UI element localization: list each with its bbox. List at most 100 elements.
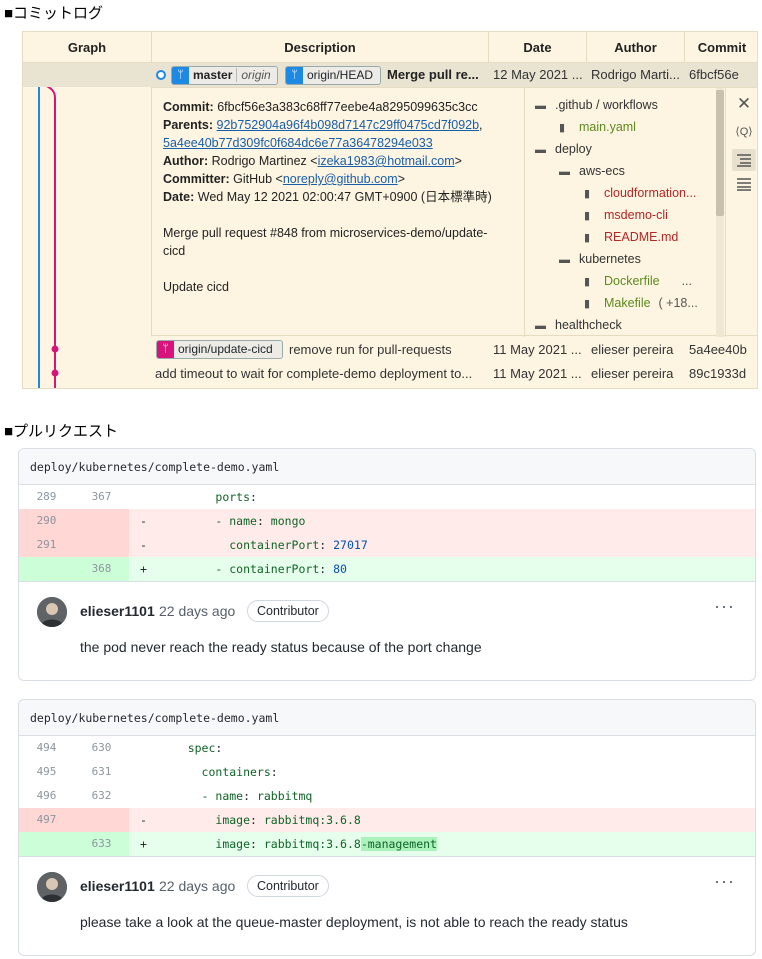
file-path[interactable]: deploy/kubernetes/complete-demo.yaml: [19, 449, 755, 485]
old-line-number[interactable]: 495: [19, 760, 74, 784]
commit-date: 12 May 2021 ...: [493, 67, 583, 82]
diff-line-context[interactable]: 494 630 spec:: [19, 736, 755, 760]
tree-view-icon[interactable]: [732, 149, 756, 171]
new-line-number[interactable]: 633: [74, 832, 129, 856]
diff-code: image: rabbitmq:3.6.8-management: [215, 837, 437, 851]
diff-hunk: 494 630 spec: 495 631 containers: 496 632 - n…: [19, 736, 755, 856]
file-tree-item[interactable]: ▮ README.md: [584, 227, 678, 247]
old-line-number[interactable]: 290: [19, 509, 74, 533]
author-email-link[interactable]: izeka1983@hotmail.com: [318, 154, 455, 168]
more-options-icon[interactable]: ···: [714, 596, 735, 617]
folder-icon: ▬: [535, 320, 546, 332]
comment-timestamp[interactable]: 22 days ago: [159, 878, 235, 894]
pull-request-title: ■プルリクエスト: [4, 423, 119, 440]
diff-line-deleted[interactable]: 291 - containerPort: 27017: [19, 533, 755, 557]
review-comment: elieser1101 22 days ago Contributor ··· …: [19, 856, 755, 955]
avatar[interactable]: [37, 872, 67, 902]
diff-code: image: rabbitmq:3.6.8: [215, 813, 361, 827]
diff-code: ports:: [215, 490, 257, 504]
diff-sign: -: [140, 538, 147, 552]
file-icon: ▮: [584, 298, 591, 310]
new-line-number[interactable]: 368: [74, 557, 129, 581]
header-author[interactable]: Author: [587, 32, 685, 63]
file-icon: ▮: [559, 122, 566, 134]
diff-sign: +: [140, 562, 147, 576]
find-icon[interactable]: ⟨Q⟩: [732, 121, 756, 143]
detail-message-1: Merge pull request #848 from microservic…: [163, 226, 488, 240]
commit-message: remove run for pull-requests: [289, 342, 452, 357]
list-view-icon[interactable]: [732, 173, 756, 195]
old-line-number[interactable]: 291: [19, 533, 74, 557]
comment-author[interactable]: elieser1101: [80, 878, 155, 894]
file-tree-scrollbar[interactable]: [716, 88, 724, 337]
header-commit[interactable]: Commit: [685, 32, 757, 63]
diff-line-deleted[interactable]: 290 - - name: mongo: [19, 509, 755, 533]
file-tree-item[interactable]: ▬ aws-ecs: [559, 161, 625, 181]
diff-sign: -: [140, 514, 147, 528]
file-tree-item[interactable]: ▮ msdemo-cli: [584, 205, 668, 225]
close-icon[interactable]: ✕: [732, 93, 756, 115]
changed-files-tree: ▬ .github / workflows ▮ main.yaml ▬ deploy …: [524, 88, 726, 337]
new-line-number[interactable]: 367: [74, 485, 129, 509]
git-graph-panel: Graph Description Date Author Commit ᛘ ma…: [22, 31, 758, 389]
file-path[interactable]: deploy/kubernetes/complete-demo.yaml: [19, 700, 755, 736]
file-tree-item[interactable]: ▬ deploy: [535, 139, 592, 159]
committer-email-link[interactable]: noreply@github.com: [283, 172, 398, 186]
parent-link-2[interactable]: 5a4ee40b77d309fc0f684dc6e77a36478294e033: [163, 136, 433, 150]
file-tree-item[interactable]: ▮ cloudformation...: [584, 183, 709, 203]
detail-message-3: Update cicd: [163, 280, 230, 294]
commit-hash: 5a4ee40b: [689, 342, 747, 357]
commit-row[interactable]: ᛘ origin/update-cicd remove run for pull-…: [23, 338, 757, 362]
review-comment-card: deploy/kubernetes/complete-demo.yaml 494…: [18, 699, 756, 956]
diff-code: - name: mongo: [215, 514, 306, 528]
commit-hash: 6fbcf56e: [689, 67, 739, 82]
diff-line-added[interactable]: 633 + image: rabbitmq:3.6.8-management: [19, 832, 755, 856]
file-tree-item[interactable]: ▮ Makefile( +18...: [584, 293, 698, 313]
branch-badge-update-cicd[interactable]: ᛘ origin/update-cicd: [156, 340, 283, 359]
old-line-number[interactable]: 494: [19, 736, 74, 760]
commit-date: 11 May 2021 ...: [493, 342, 582, 357]
branch-badge-master[interactable]: ᛘ master origin: [171, 66, 278, 85]
folder-icon: ▬: [535, 100, 546, 112]
detail-message-2: cicd: [163, 244, 186, 258]
commit-row-selected[interactable]: ᛘ master origin ᛘ origin/HEAD Merge pull re…: [23, 63, 757, 87]
parent-link-1[interactable]: 92b752904a96f4b098d7147c29ff0475cd7f092b: [217, 118, 480, 132]
header-date[interactable]: Date: [489, 32, 587, 63]
more-options-icon[interactable]: ···: [714, 871, 735, 892]
contributor-badge: Contributor: [247, 875, 329, 897]
branch-icon: ᛘ: [286, 67, 303, 84]
header-description[interactable]: Description: [152, 32, 489, 63]
folder-icon: ▬: [559, 166, 570, 178]
diff-line-deleted[interactable]: 497 - image: rabbitmq:3.6.8: [19, 808, 755, 832]
comment-body: the pod never reach the ready status bec…: [80, 639, 482, 655]
avatar[interactable]: [37, 597, 67, 627]
file-tree-item[interactable]: ▬ kubernetes: [559, 249, 641, 269]
comment-timestamp[interactable]: 22 days ago: [159, 603, 235, 619]
diff-line-context[interactable]: 289 367 ports:: [19, 485, 755, 509]
old-line-number[interactable]: 497: [19, 808, 74, 832]
new-line-number[interactable]: 630: [74, 736, 129, 760]
diff-code: containers:: [201, 765, 278, 779]
file-icon: ▮: [584, 232, 591, 244]
file-tree-item[interactable]: ▮ Dockerfile...: [584, 271, 692, 291]
diff-line-context[interactable]: 495 631 containers:: [19, 760, 755, 784]
old-line-number[interactable]: 496: [19, 784, 74, 808]
diff-line-context[interactable]: 496 632 - name: rabbitmq: [19, 784, 755, 808]
scrollbar-thumb[interactable]: [716, 90, 724, 216]
branch-badge-origin-head[interactable]: ᛘ origin/HEAD: [285, 66, 381, 85]
commit-row[interactable]: add timeout to wait for complete-demo de…: [23, 362, 757, 386]
details-side-controls: ✕ ⟨Q⟩: [728, 88, 757, 337]
new-line-number[interactable]: 632: [74, 784, 129, 808]
file-tree-item[interactable]: ▬ healthcheck: [535, 315, 622, 335]
old-line-number[interactable]: 289: [19, 485, 74, 509]
branch-icon: ᛘ: [157, 341, 174, 358]
comment-author[interactable]: elieser1101: [80, 603, 155, 619]
file-tree-item[interactable]: ▬ .github / workflows: [535, 95, 658, 115]
file-icon: ▮: [584, 210, 591, 222]
file-icon: ▮: [584, 188, 591, 200]
commit-message: add timeout to wait for complete-demo de…: [155, 366, 473, 381]
file-tree-item[interactable]: ▮ main.yaml: [559, 117, 636, 137]
diff-line-added[interactable]: 368 + - containerPort: 80: [19, 557, 755, 581]
new-line-number[interactable]: 631: [74, 760, 129, 784]
diff-code: spec:: [187, 741, 223, 755]
